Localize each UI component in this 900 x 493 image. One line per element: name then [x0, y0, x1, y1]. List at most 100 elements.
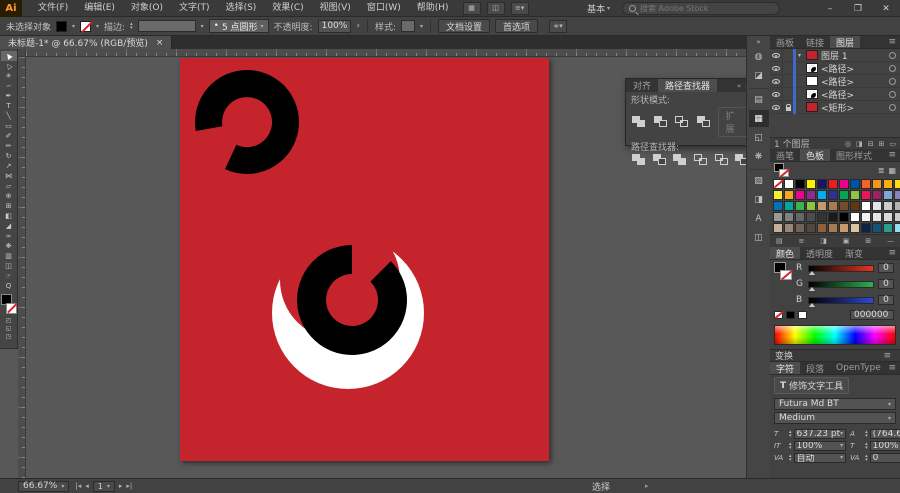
width-profile-preview[interactable] [138, 20, 196, 32]
list-view-icon[interactable]: ≣ [878, 166, 885, 175]
tab-swatches[interactable]: 色板 [800, 149, 830, 161]
blend-tool[interactable]: ∞ [1, 231, 17, 241]
color-spectrum-bar[interactable] [774, 325, 896, 345]
swatch[interactable] [894, 179, 900, 189]
trim-button[interactable] [653, 154, 668, 167]
pen-tool[interactable]: ✒ [1, 91, 17, 101]
stepper-icon[interactable]: ▴▾ [789, 454, 792, 462]
swatch-options-icon[interactable]: ◨ [820, 237, 827, 245]
delete-swatch-icon[interactable]: — [887, 237, 894, 245]
menu-item-5[interactable]: 效果(C) [264, 0, 311, 17]
swatch[interactable] [773, 223, 783, 233]
leading-field[interactable]: A▴▾(764.68 pt▾ [850, 428, 900, 439]
panel-menu-icon[interactable]: ≡ [888, 362, 900, 374]
tab-links[interactable]: 链接 [800, 36, 830, 48]
opacity-more-icon[interactable]: › [356, 21, 360, 31]
swatch[interactable] [861, 212, 871, 222]
vertical-scale-field[interactable]: IT▴▾100%▾ [774, 440, 846, 451]
character-panel-icon[interactable]: A [749, 210, 769, 227]
magic-wand-tool[interactable]: ✳ [1, 71, 17, 81]
swatch[interactable] [784, 201, 794, 211]
stepper-icon[interactable]: ▴▾ [865, 454, 868, 462]
menu-item-7[interactable]: 窗口(W) [359, 0, 409, 17]
font-size-field-value[interactable]: 637.23 pt▾ [794, 429, 847, 439]
swatch[interactable] [883, 223, 893, 233]
zoom-level-dropdown[interactable]: 66.67% ▾ [18, 481, 69, 492]
swatch[interactable] [817, 179, 827, 189]
font-size-field[interactable]: T▴▾637.23 pt▾ [774, 428, 846, 439]
unite-button[interactable] [632, 116, 648, 129]
none-swatch[interactable] [774, 311, 783, 319]
menu-item-1[interactable]: 编辑(E) [76, 0, 123, 17]
gradient-panel-icon[interactable]: ◪ [749, 67, 769, 84]
stepper-icon[interactable]: ▴▾ [789, 430, 792, 438]
tracking-field-value[interactable]: 0▾ [870, 453, 900, 463]
stroke-color-swatch[interactable] [80, 21, 91, 32]
layer-thumbnail[interactable] [806, 63, 818, 73]
visibility-cell[interactable] [770, 88, 783, 101]
exclude-button[interactable] [697, 116, 713, 129]
brushes-panel-icon[interactable]: ▨ [749, 172, 769, 189]
appearance-panel-icon[interactable]: ◨ [749, 191, 769, 208]
swatch[interactable] [839, 190, 849, 200]
target-icon[interactable] [889, 52, 896, 59]
width-profile-chevron-icon[interactable]: ▾ [201, 23, 204, 30]
panel-menu-icon[interactable]: ≡ [888, 36, 900, 48]
swatch[interactable] [828, 223, 838, 233]
preferences-button[interactable]: 首选项 [495, 19, 538, 33]
drawing-mode-0[interactable]: ◰ [1, 316, 17, 324]
swatch[interactable] [872, 179, 882, 189]
swatch[interactable] [850, 223, 860, 233]
menu-item-3[interactable]: 文字(T) [171, 0, 218, 17]
swatch[interactable] [861, 190, 871, 200]
drawing-mode-1[interactable]: ◱ [1, 324, 17, 332]
rotate-tool[interactable]: ↻ [1, 151, 17, 161]
swatch[interactable] [872, 201, 882, 211]
channel-value[interactable]: 0 [878, 295, 894, 305]
visibility-cell[interactable] [770, 62, 783, 75]
channel-value[interactable]: 0 [878, 263, 894, 273]
leading-field-value[interactable]: (764.68 pt▾ [870, 429, 900, 439]
visibility-cell[interactable] [770, 75, 783, 88]
font-style-dropdown[interactable]: Medium ▾ [774, 412, 896, 424]
swatch[interactable] [806, 223, 816, 233]
font-family-dropdown[interactable]: Futura Md BT ▾ [774, 398, 896, 410]
swatch[interactable] [850, 201, 860, 211]
tab-artboards[interactable]: 画板 [770, 36, 800, 48]
swatch[interactable] [784, 223, 794, 233]
stroke-panel-icon[interactable]: ◍ [749, 48, 769, 65]
fill-stroke-proxy[interactable] [774, 262, 792, 282]
kerning-field-value[interactable]: 自动▾ [794, 453, 847, 463]
expand-arrow[interactable]: ▾ [798, 52, 806, 59]
swatch[interactable] [861, 201, 871, 211]
search-input[interactable] [640, 4, 760, 13]
stepper-icon[interactable]: ▴▾ [789, 442, 792, 450]
swatch[interactable] [894, 190, 900, 200]
delete-layer-icon[interactable]: ▭ [889, 140, 896, 148]
menu-item-8[interactable]: 帮助(H) [409, 0, 457, 17]
fill-chevron-icon[interactable]: ▾ [72, 23, 75, 30]
arrange-documents-icon[interactable]: ▦ [463, 2, 481, 15]
horizontal-scale-field-value[interactable]: 100%▾ [870, 441, 900, 451]
make-clip-mask-icon[interactable]: ◨ [856, 140, 863, 148]
new-color-group-icon[interactable]: ▣ [843, 237, 850, 245]
tab-opentype[interactable]: OpenType [830, 362, 887, 374]
layer-name[interactable]: <路径> [821, 75, 854, 88]
swatch[interactable] [894, 223, 900, 233]
swatch[interactable] [828, 201, 838, 211]
swatch[interactable] [784, 179, 794, 189]
layer-name[interactable]: <路径> [821, 62, 854, 75]
menu-item-2[interactable]: 对象(O) [123, 0, 171, 17]
status-menu-icon[interactable]: ▸ [645, 482, 649, 490]
tab-brushes[interactable]: 画笔 [770, 149, 800, 161]
swatch[interactable] [883, 201, 893, 211]
swatch[interactable] [839, 212, 849, 222]
stroke-proxy-swatch[interactable] [779, 169, 789, 177]
target-icon[interactable] [889, 104, 896, 111]
new-layer-icon[interactable]: ⊞ [879, 140, 885, 148]
brush-definition-dropdown[interactable]: • 5 点圆形 ▾ [209, 19, 269, 33]
workspace-switcher[interactable]: 基本 ▾ [587, 2, 610, 15]
lasso-tool[interactable]: ∽ [1, 81, 17, 91]
swatch[interactable] [773, 179, 783, 189]
swatch[interactable] [773, 212, 783, 222]
